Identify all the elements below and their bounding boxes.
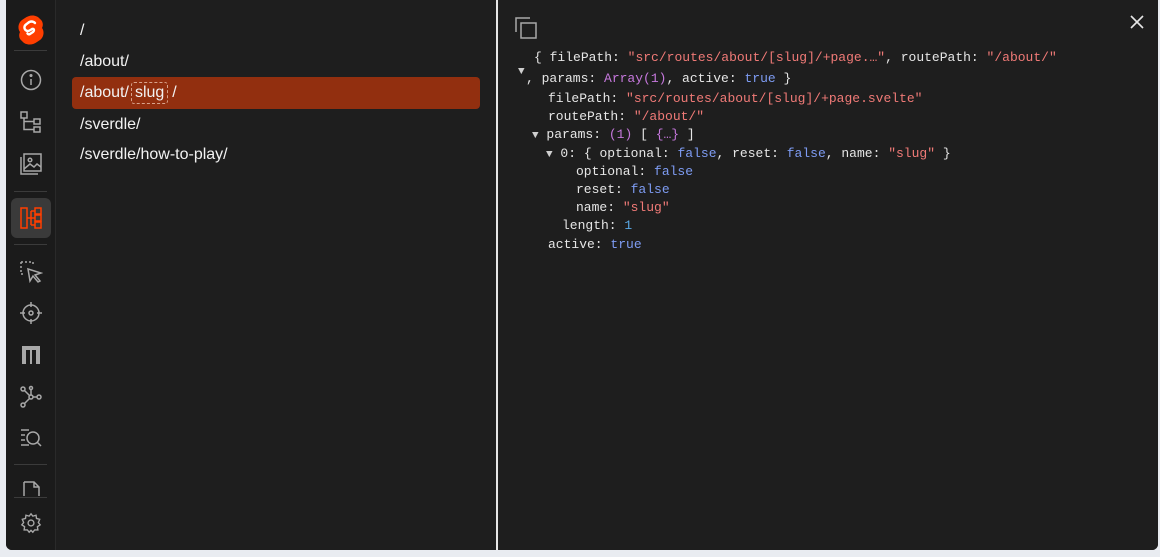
tree-value: 1 xyxy=(624,218,633,233)
route-label: /sverdle/how-to-play/ xyxy=(80,146,228,163)
tree-value: true xyxy=(744,71,776,86)
route-label: / xyxy=(80,22,85,39)
sidebar-separator xyxy=(14,191,47,192)
route-label: /about/ xyxy=(80,84,129,101)
tree-summary-line: { filePath: "src/routes/about/[slug]/+pa… xyxy=(534,49,1057,67)
tree-value: Array(1) xyxy=(604,71,667,86)
brace: } xyxy=(942,146,951,161)
tree-value: false xyxy=(654,164,694,179)
routes-panel: / /about/ /about/ slug / /sverdle/ /sver… xyxy=(56,0,496,550)
brace: } xyxy=(783,71,792,86)
sidebar-separator xyxy=(14,244,47,245)
tree-row-length[interactable]: length: 1 xyxy=(562,217,632,235)
tree-key: filePath: xyxy=(549,50,620,65)
route-label: /about/ xyxy=(80,53,129,70)
tree-value: false xyxy=(677,146,717,161)
tree-key: , name: xyxy=(825,146,881,161)
document-icon[interactable] xyxy=(11,472,51,496)
tree-key: params: xyxy=(546,127,602,142)
brace: { xyxy=(534,50,542,65)
tree-key: active: xyxy=(548,237,603,252)
tree-key: filePath: xyxy=(548,91,619,106)
info-icon[interactable] xyxy=(11,60,51,100)
route-item-root[interactable]: / xyxy=(72,15,480,47)
expand-arrow-icon[interactable]: ▼ xyxy=(532,130,539,142)
svelte-logo-icon[interactable] xyxy=(11,10,51,50)
tree-key: , reset: xyxy=(716,146,779,161)
sidebar-separator xyxy=(14,464,47,465)
tree-key: length: xyxy=(562,218,617,233)
image-icon[interactable] xyxy=(11,144,51,184)
tree-value: "/about/" xyxy=(986,50,1057,65)
target-icon[interactable] xyxy=(11,293,51,333)
route-param-badge: slug xyxy=(130,82,169,104)
route-item-about[interactable]: /about/ xyxy=(72,46,480,78)
tree-row-params-0[interactable]: ▼ 0: { optional: false, reset: false, na… xyxy=(546,145,951,163)
search-list-icon[interactable] xyxy=(11,418,51,458)
tree-row-params[interactable]: ▼ params: (1) [ {…} ] xyxy=(532,126,695,144)
tree-row-reset[interactable]: reset: false xyxy=(576,181,670,199)
tree-value: (1) xyxy=(608,127,633,142)
tree-value: "/about/" xyxy=(633,109,705,124)
gear-icon[interactable] xyxy=(11,503,51,543)
graph-icon[interactable] xyxy=(11,377,51,417)
layout-icon[interactable] xyxy=(11,335,51,375)
tree-key: , routePath: xyxy=(885,50,979,65)
copy-icon[interactable] xyxy=(514,16,538,40)
tree-row-filepath[interactable]: filePath: "src/routes/about/[slug]/+page… xyxy=(548,90,922,108)
tree-value: {…} xyxy=(655,127,680,142)
tree-key: , params: xyxy=(526,71,597,86)
tree-value: "src/routes/about/[slug]/+page.svelte" xyxy=(626,91,923,106)
tree-row-routepath[interactable]: routePath: "/about/" xyxy=(548,108,704,126)
devtools-window: / /about/ /about/ slug / /sverdle/ /sver… xyxy=(6,0,1158,550)
tree-key: optional: xyxy=(576,164,647,179)
brace: { xyxy=(583,146,592,161)
route-label: / xyxy=(172,84,177,101)
tree-value: "src/routes/about/[slug]/+page.…" xyxy=(627,50,886,65)
component-tree-icon[interactable] xyxy=(11,102,51,142)
sidebar xyxy=(6,0,56,550)
tree-key: , active: xyxy=(666,71,737,86)
bracket: ] xyxy=(686,127,695,142)
expand-arrow-icon[interactable]: ▼ xyxy=(518,62,525,80)
close-icon[interactable] xyxy=(1127,12,1147,32)
tree-row-optional[interactable]: optional: false xyxy=(576,163,693,181)
inspector-panel: { filePath: "src/routes/about/[slug]/+pa… xyxy=(498,0,1158,550)
routes-icon[interactable] xyxy=(11,198,51,238)
sidebar-separator xyxy=(14,50,47,51)
tree-value: false xyxy=(630,182,670,197)
tree-row-name[interactable]: name: "slug" xyxy=(576,199,670,217)
tree-value: false xyxy=(786,146,826,161)
inspect-select-icon[interactable] xyxy=(11,252,51,292)
route-item-about-slug[interactable]: /about/ slug / xyxy=(72,77,480,109)
route-item-sverdle-how-to-play[interactable]: /sverdle/how-to-play/ xyxy=(72,139,480,171)
tree-key: optional: xyxy=(599,146,670,161)
route-label: /sverdle/ xyxy=(80,116,141,133)
tree-key: routePath: xyxy=(548,109,627,124)
route-item-sverdle[interactable]: /sverdle/ xyxy=(72,109,480,141)
tree-key: name: xyxy=(576,200,616,215)
sidebar-separator xyxy=(14,497,47,498)
tree-value: "slug" xyxy=(622,200,670,215)
arrow-glyph: ▼ xyxy=(518,66,525,78)
tree-summary-line: , params: Array(1), active: true } xyxy=(526,70,791,88)
tree-value: "slug" xyxy=(888,146,935,161)
tree-key: 0: xyxy=(560,146,577,161)
tree-value: true xyxy=(610,237,642,252)
tree-row-active[interactable]: active: true xyxy=(548,236,642,254)
expand-arrow-icon[interactable]: ▼ xyxy=(546,149,553,161)
tree-key: reset: xyxy=(576,182,623,197)
bracket: [ xyxy=(640,127,648,142)
